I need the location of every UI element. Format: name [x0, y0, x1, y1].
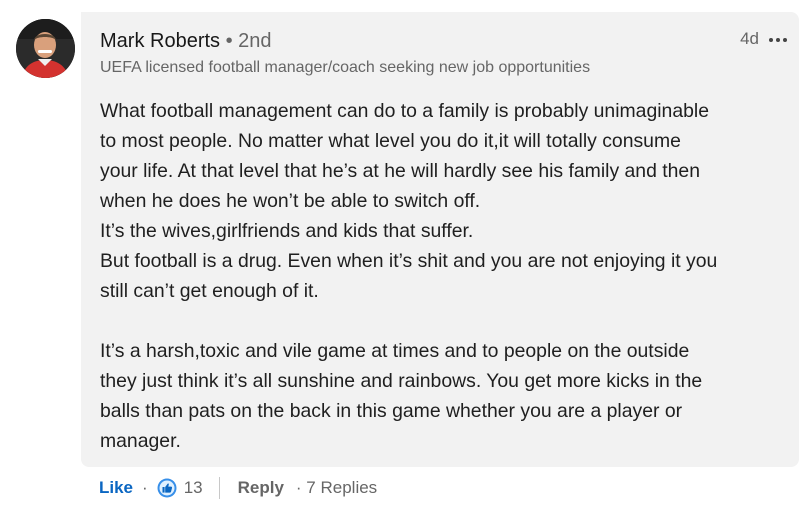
- author-name[interactable]: Mark Roberts: [100, 30, 220, 52]
- ellipsis-icon[interactable]: [769, 38, 787, 42]
- avatar[interactable]: [16, 19, 75, 78]
- like-button[interactable]: Like: [99, 478, 133, 498]
- divider: [218, 477, 220, 499]
- comment-bubble: Mark Roberts • 2nd UEFA licensed footbal…: [81, 12, 799, 467]
- separator-dot: ·: [142, 478, 148, 497]
- author-headline: UEFA licensed football manager/coach see…: [100, 59, 591, 76]
- profile-photo: [16, 19, 75, 78]
- author-line: Mark Roberts • 2nd: [100, 30, 272, 52]
- comment-timestamp: 4d: [740, 29, 759, 48]
- replies-link[interactable]: · 7 Replies: [296, 478, 377, 498]
- reply-button[interactable]: Reply: [238, 478, 284, 498]
- comment-text: What football management can do to a fam…: [100, 100, 718, 452]
- reaction-count[interactable]: 13: [184, 478, 203, 498]
- connection-degree: • 2nd: [220, 30, 272, 52]
- comment-actions: Like · 13 Reply · 7 Replies: [99, 475, 377, 501]
- like-reaction-icon[interactable]: [157, 478, 177, 498]
